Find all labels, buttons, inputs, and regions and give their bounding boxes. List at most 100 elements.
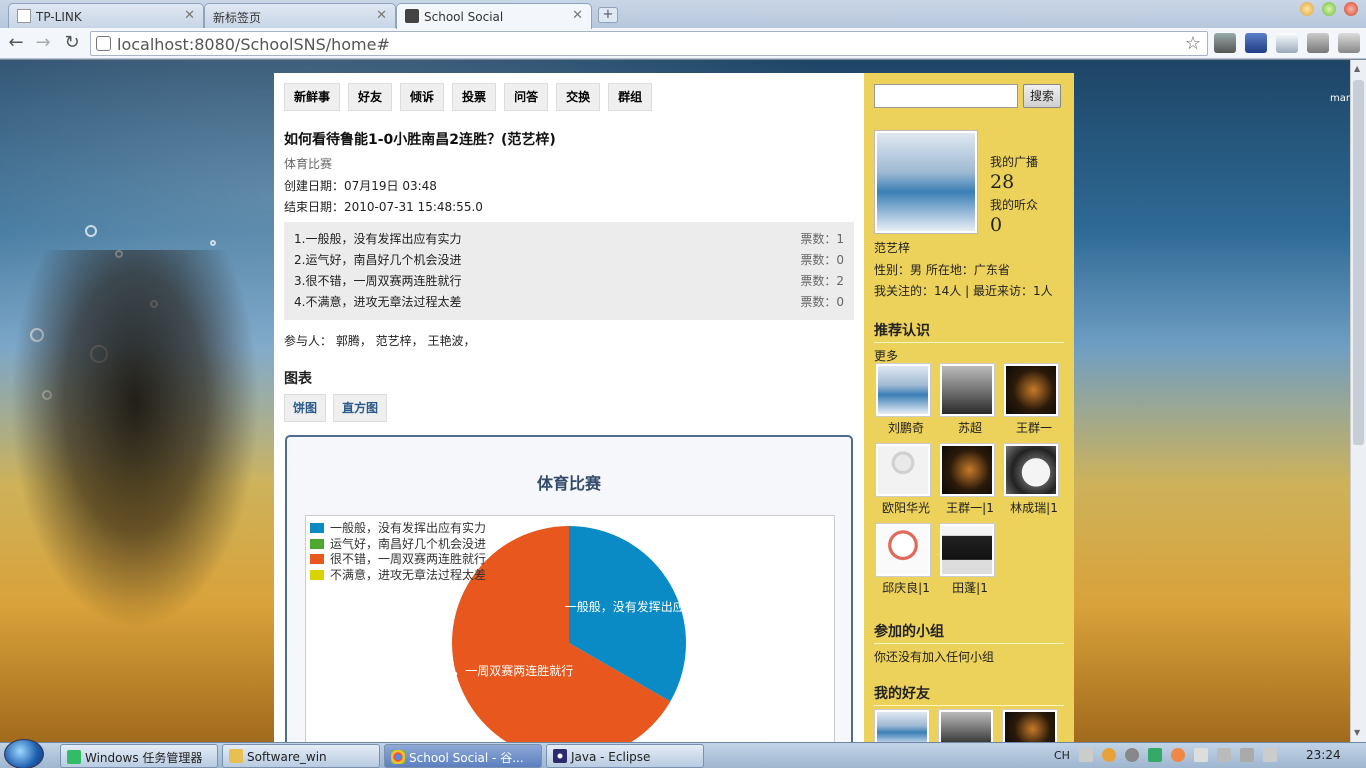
recommended-user[interactable]: 邱庆良|1 <box>874 523 938 603</box>
vote-option[interactable]: 4.不满意，进攻无章法过程太差 票数：0 <box>294 292 844 313</box>
language-indicator[interactable]: CH <box>1054 749 1070 762</box>
browser-tab-school-social[interactable]: School Social ✕ <box>396 3 592 29</box>
browser-tab-newtab[interactable]: 新标签页 ✕ <box>204 3 396 28</box>
recommended-user[interactable]: 田蓬|1 <box>938 523 1002 603</box>
recommended-user[interactable]: 王群一|1 <box>938 443 1002 523</box>
task-label: School Social - 谷... <box>409 751 524 765</box>
minimize-button[interactable] <box>1300 2 1314 16</box>
volume-icon[interactable] <box>1262 748 1277 762</box>
chart-heading: 图表 <box>284 371 312 387</box>
start-button[interactable] <box>4 739 44 768</box>
bookmark-star-icon[interactable]: ☆ <box>1185 33 1201 54</box>
user-info: 性别：男 所在地：广东省 <box>874 263 1010 277</box>
friend-thumbnail[interactable] <box>1002 709 1058 742</box>
extension-icons <box>1214 33 1360 53</box>
wrench-menu-icon[interactable] <box>1338 33 1360 53</box>
scroll-up-icon[interactable]: ▲ <box>1354 64 1360 73</box>
extension-arrow-icon[interactable] <box>1245 33 1267 53</box>
close-icon[interactable]: ✕ <box>572 8 583 23</box>
nav-tab-friends[interactable]: 好友 <box>348 83 393 111</box>
browser-tab-tplink[interactable]: TP-LINK ✕ <box>8 3 204 28</box>
broadcast-label[interactable]: 我的广播 <box>990 153 1038 170</box>
recommended-user[interactable]: 王群一 <box>1002 363 1066 443</box>
keyboard-icon[interactable] <box>1078 748 1093 762</box>
legend-item[interactable]: 一般般，没有发挥出应有实力 <box>310 521 486 537</box>
avatar-photo <box>877 133 975 231</box>
legend-item[interactable]: 不满意，进攻无章法过程太差 <box>310 568 486 584</box>
scrollbar-thumb[interactable] <box>1353 80 1364 445</box>
browser-toolbar: ← → ↻ localhost:8080/SchoolSNS/home# ☆ <box>0 28 1366 59</box>
extension-page-icon[interactable] <box>1276 33 1298 53</box>
nav-tab-exchange[interactable]: 交换 <box>556 83 601 111</box>
recommended-users: 刘鹏奇 苏超 王群一 欧阳华光 王群一|1 林成瑞|1 邱庆良|1 田蓬|1 <box>874 363 1069 603</box>
nav-tab-confide[interactable]: 倾诉 <box>400 83 445 111</box>
nav-tab-qa[interactable]: 问答 <box>504 83 549 111</box>
more-link[interactable]: 更多 <box>874 347 898 364</box>
browser-tab-strip: TP-LINK ✕ 新标签页 ✕ School Social ✕ + <box>0 0 1366 29</box>
close-window-button[interactable] <box>1344 2 1358 16</box>
listeners-label[interactable]: 我的听众 <box>990 196 1038 213</box>
clock[interactable]: 23:24 <box>1306 748 1341 762</box>
scroll-down-icon[interactable]: ▼ <box>1354 728 1360 737</box>
vote-options: 1.一般般，没有发挥出应有实力 票数：1 2.运气好，南昌好几个机会没进 票数：… <box>284 222 854 320</box>
user-stats: 我的广播 28 我的听众 0 <box>990 153 1038 239</box>
vote-option[interactable]: 1.一般般，没有发挥出应有实力 票数：1 <box>294 229 844 250</box>
bar-chart-button[interactable]: 直方图 <box>333 394 388 422</box>
tray-app-icon[interactable] <box>1147 748 1162 762</box>
task-eclipse[interactable]: Java - Eclipse <box>546 744 704 768</box>
chart-legend: 一般般，没有发挥出应有实力 运气好，南昌好几个机会没进 很不错，一周双赛两连胜就… <box>310 521 486 583</box>
legend-item[interactable]: 运气好，南昌好几个机会没进 <box>310 537 486 553</box>
user-thumbnail <box>939 443 995 497</box>
recommended-user[interactable]: 刘鹏奇 <box>874 363 938 443</box>
page-viewport: mar 新鲜事 好友 倾诉 投票 问答 交换 群组 如何看待鲁能1-0小胜南昌2… <box>0 60 1350 742</box>
recommended-user[interactable]: 欧阳华光 <box>874 443 938 523</box>
forward-arrow-icon[interactable]: → <box>32 32 54 54</box>
close-icon[interactable]: ✕ <box>184 8 195 23</box>
network-status-icon[interactable] <box>1239 748 1254 762</box>
task-task-manager[interactable]: Windows 任务管理器 <box>60 744 218 768</box>
extension-gear-icon[interactable] <box>1214 33 1236 53</box>
option-count: 票数：1 <box>800 232 844 246</box>
address-bar[interactable]: localhost:8080/SchoolSNS/home# ☆ <box>90 31 1208 56</box>
user-name: 田蓬|1 <box>952 581 988 595</box>
maximize-button[interactable] <box>1322 2 1336 16</box>
vote-option[interactable]: 3.很不错，一周双赛两连胜就行 票数：2 <box>294 271 844 292</box>
network-icon[interactable] <box>1124 748 1139 762</box>
search-button[interactable]: 搜索 <box>1023 84 1061 108</box>
vote-option[interactable]: 2.运气好，南昌好几个机会没进 票数：0 <box>294 250 844 271</box>
vote-title: 如何看待鲁能1-0小胜南昌2连胜？(范艺梓) <box>284 132 556 148</box>
chart-title: 体育比赛 <box>536 474 601 493</box>
task-chrome[interactable]: School Social - 谷... <box>384 744 542 768</box>
legend-item[interactable]: 很不错，一周双赛两连胜就行 <box>310 552 486 568</box>
page-menu-icon[interactable] <box>1307 33 1329 53</box>
recommended-user[interactable]: 林成瑞|1 <box>1002 443 1066 523</box>
avatar[interactable] <box>874 130 978 234</box>
option-label: 1.一般般，没有发挥出应有实力 <box>294 232 462 246</box>
tray-app-icon[interactable] <box>1170 748 1185 762</box>
usb-icon[interactable] <box>1216 748 1231 762</box>
recommended-user[interactable]: 苏超 <box>938 363 1002 443</box>
close-icon[interactable]: ✕ <box>376 8 387 23</box>
page-scrollbar[interactable]: ▲ ▼ <box>1350 60 1366 742</box>
nav-tab-news[interactable]: 新鲜事 <box>284 83 341 111</box>
user-name: 刘鹏奇 <box>887 421 924 435</box>
background-cactus <box>10 250 260 630</box>
new-tab-button[interactable]: + <box>598 7 618 23</box>
task-software-folder[interactable]: Software_win <box>222 744 380 768</box>
friend-thumbnail[interactable] <box>874 709 930 742</box>
back-arrow-icon[interactable]: ← <box>5 32 27 54</box>
chart-plot-area: 一般般，没有发挥出应 ，一周双赛两连胜就行 一般般，没有发挥出应有实力 运气好，南… <box>305 515 835 742</box>
nav-tab-vote[interactable]: 投票 <box>452 83 497 111</box>
participants: 参与人： 郭腾， 范艺梓， 王艳波， <box>284 334 476 348</box>
reload-icon[interactable]: ↻ <box>61 32 83 54</box>
nav-tab-groups[interactable]: 群组 <box>608 83 653 111</box>
qq-icon[interactable] <box>1101 748 1116 762</box>
pie-chart-button[interactable]: 饼图 <box>284 394 327 422</box>
username[interactable]: 范艺梓 <box>874 239 910 256</box>
tab-title: School Social <box>424 10 504 24</box>
option-label: 3.很不错，一周双赛两连胜就行 <box>294 274 462 288</box>
legend-label: 运气好，南昌好几个机会没进 <box>330 536 487 551</box>
search-input[interactable] <box>874 84 1018 108</box>
flag-icon[interactable] <box>1193 748 1208 762</box>
friend-thumbnail[interactable] <box>938 709 994 742</box>
